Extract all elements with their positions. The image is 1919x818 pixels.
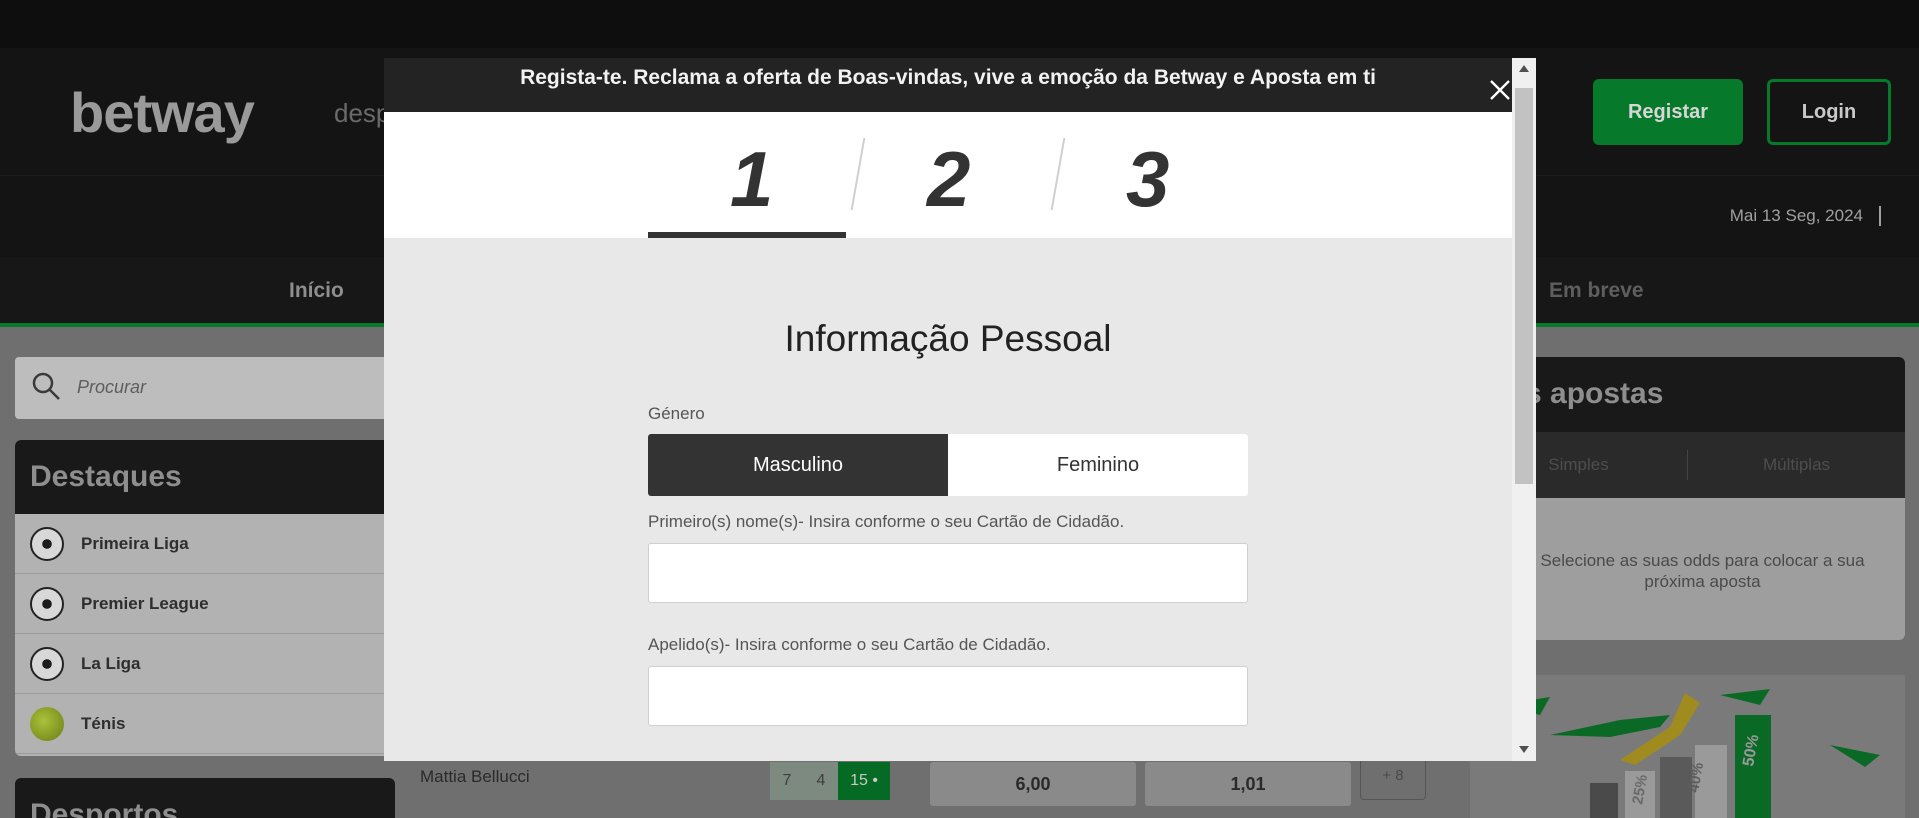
destaques-item-premier-league[interactable]: Premier League xyxy=(15,574,395,634)
active-step-underline xyxy=(648,232,846,238)
first-name-label: Primeiro(s) nome(s)- Insira conforme o s… xyxy=(648,512,1125,531)
soccer-ball-icon xyxy=(30,646,64,681)
registration-modal: Regista-te. Reclama a oferta de Boas-vin… xyxy=(384,58,1536,761)
step-2[interactable]: 2 xyxy=(927,134,970,225)
gender-feminino-button[interactable]: Feminino xyxy=(948,434,1248,496)
nav-link-desportos[interactable]: desp xyxy=(334,98,390,129)
destaques-item-label: Primeira Liga xyxy=(81,533,189,553)
first-name-field[interactable] xyxy=(648,543,1248,603)
last-name-label: Apelido(s)- Insira conforme o seu Cartão… xyxy=(648,635,1051,654)
login-button[interactable]: Login xyxy=(1767,79,1891,145)
register-button[interactable]: Registar xyxy=(1593,79,1743,145)
search-icon xyxy=(32,372,60,400)
destaques-panel: Destaques Primeira Liga Premier League L… xyxy=(15,440,395,756)
destaques-item-label: La Liga xyxy=(81,653,141,673)
nav-tab-em-breve[interactable]: Em breve xyxy=(1549,279,1644,303)
player-name: Mattia Bellucci xyxy=(420,767,530,786)
destaques-item-primeira-liga[interactable]: Primeira Liga xyxy=(15,514,395,574)
odd-button[interactable]: 1,01 xyxy=(1145,762,1351,806)
destaques-item-tenis[interactable]: Ténis xyxy=(15,694,395,754)
gender-toggle: Masculino Feminino xyxy=(648,434,1248,496)
step-indicator: 1 2 3 xyxy=(384,112,1512,238)
modal-scrollbar[interactable] xyxy=(1512,58,1536,761)
modal-title: Regista-te. Reclama a oferta de Boas-vin… xyxy=(520,66,1376,89)
destaques-title: Destaques xyxy=(15,440,395,514)
desportos-title: Desportos xyxy=(15,778,395,818)
destaques-item-label: Ténis xyxy=(81,713,126,733)
gender-masculino-button[interactable]: Masculino xyxy=(648,434,948,496)
soccer-ball-icon xyxy=(30,526,64,561)
betway-logo[interactable]: betway xyxy=(70,80,255,145)
gender-label: Género xyxy=(648,404,705,423)
current-game-score: 15 • xyxy=(838,762,890,800)
odd-button[interactable]: 6,00 xyxy=(930,762,1136,806)
scrollbar-thumb[interactable] xyxy=(1515,88,1533,484)
current-date: Mai 13 Seg, 2024 xyxy=(1730,206,1881,226)
destaques-item-la-liga[interactable]: La Liga xyxy=(15,634,395,694)
scroll-up-arrow-icon[interactable] xyxy=(1519,65,1529,72)
soccer-ball-icon xyxy=(30,586,64,621)
step-1[interactable]: 1 xyxy=(730,134,773,225)
nav-tab-inicio[interactable]: Início xyxy=(289,279,344,303)
scroll-down-arrow-icon[interactable] xyxy=(1519,746,1529,753)
search-placeholder: Procurar xyxy=(77,377,147,397)
tennis-ball-icon xyxy=(30,706,64,741)
section-title: Informação Pessoal xyxy=(784,318,1112,359)
step-3[interactable]: 3 xyxy=(1126,134,1169,225)
tab-multiplas[interactable]: Múltiplas xyxy=(1688,455,1905,475)
close-icon[interactable] xyxy=(1488,78,1512,102)
top-strip xyxy=(0,0,1919,48)
match-row[interactable]: Mattia Bellucci 7 4 15 • 6,00 1,01 + 8 xyxy=(405,752,1440,812)
set-score: 7 xyxy=(770,762,804,800)
last-name-field[interactable] xyxy=(648,666,1248,726)
search-box[interactable]: Procurar xyxy=(15,357,395,419)
destaques-item-label: Premier League xyxy=(81,593,209,613)
step-separator xyxy=(1050,138,1066,210)
step-separator xyxy=(850,138,866,210)
modal-header: Regista-te. Reclama a oferta de Boas-vin… xyxy=(384,58,1512,112)
set-score: 4 xyxy=(804,762,838,800)
